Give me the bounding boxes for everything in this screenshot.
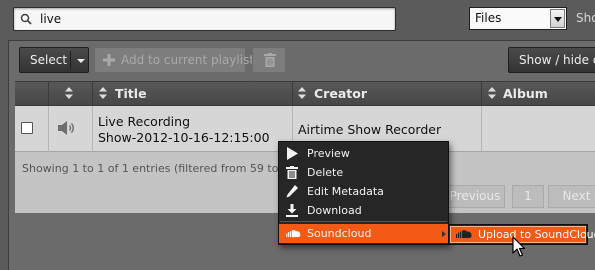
menu-item-label: Preview: [307, 147, 350, 160]
plus-icon: [103, 54, 115, 66]
menu-item-label: Soundcloud: [307, 227, 372, 240]
type-filter-select[interactable]: Files: [469, 7, 567, 30]
trash-icon: [286, 166, 298, 179]
menu-item-preview[interactable]: Preview: [279, 144, 448, 163]
soundcloud-icon: [286, 230, 301, 238]
row-checkbox-cell: [15, 106, 49, 152]
menu-item-delete[interactable]: Delete: [279, 163, 448, 182]
header-album-column[interactable]: Album: [482, 82, 595, 105]
delete-button[interactable]: [252, 47, 286, 73]
caret-down-icon[interactable]: [77, 59, 85, 63]
header-status-column[interactable]: [49, 82, 93, 105]
sort-icon: [99, 87, 107, 99]
soundcloud-icon: [456, 230, 472, 238]
menu-item-download[interactable]: Download: [279, 201, 448, 220]
menu-item-label: Upload to SoundCloud: [478, 228, 595, 241]
context-menu: Preview Delete Edit Metadata Download So…: [278, 141, 449, 245]
mouse-cursor-icon: [512, 236, 526, 257]
menu-item-edit-metadata[interactable]: Edit Metadata: [279, 182, 448, 201]
header-title-label: Title: [115, 86, 147, 101]
header-album-label: Album: [503, 86, 548, 101]
menu-item-label: Delete: [307, 166, 344, 179]
table-header: Title Creator Album: [15, 81, 595, 106]
type-filter-value: Files: [475, 11, 502, 25]
entries-info: Showing 1 to 1 of 1 entries (filtered fr…: [22, 162, 290, 175]
search-icon: [20, 13, 32, 25]
show-hide-columns-label: Show / hide co: [519, 53, 595, 67]
trash-icon: [264, 53, 276, 67]
pagination-next-button[interactable]: Next: [548, 185, 595, 208]
sort-icon: [65, 87, 73, 99]
header-creator-column[interactable]: Creator: [293, 82, 482, 105]
chevron-down-icon[interactable]: [550, 9, 565, 28]
submenu-arrow-icon: [442, 231, 446, 237]
menu-item-soundcloud[interactable]: Soundcloud: [279, 224, 448, 243]
select-divider: [70, 51, 71, 69]
header-title-column[interactable]: Title: [93, 82, 293, 105]
header-creator-label: Creator: [314, 86, 367, 101]
pagination-page-button[interactable]: 1: [512, 185, 544, 208]
row-title-cell: [93, 106, 293, 152]
search-value: live: [40, 12, 62, 26]
menu-item-label: Download: [307, 204, 362, 217]
row-title-line2: Show-2012-10-16-12:15:00: [98, 130, 270, 145]
speaker-icon: [58, 121, 74, 135]
play-icon: [287, 147, 298, 160]
search-input[interactable]: live: [13, 7, 396, 31]
sort-icon: [298, 87, 306, 99]
add-to-playlist-label: Add to current playlist: [121, 53, 255, 67]
select-button[interactable]: Select: [19, 47, 89, 73]
show-label: Sho: [576, 11, 595, 25]
menu-divider: [280, 221, 447, 222]
menu-item-label: Edit Metadata: [307, 185, 384, 198]
select-button-label: Select: [30, 53, 68, 67]
download-icon: [286, 204, 298, 217]
pagination-previous-button[interactable]: Previous: [445, 185, 505, 208]
show-hide-columns-button[interactable]: Show / hide co: [508, 47, 595, 73]
row-title-line1: Live Recording: [98, 114, 191, 129]
sort-icon: [488, 87, 496, 99]
add-to-playlist-button[interactable]: Add to current playlist: [94, 47, 254, 73]
row-checkbox[interactable]: [21, 122, 33, 134]
row-creator-value: Airtime Show Recorder: [298, 122, 442, 137]
header-checkbox-column: [15, 82, 49, 105]
pencil-icon: [286, 185, 298, 198]
